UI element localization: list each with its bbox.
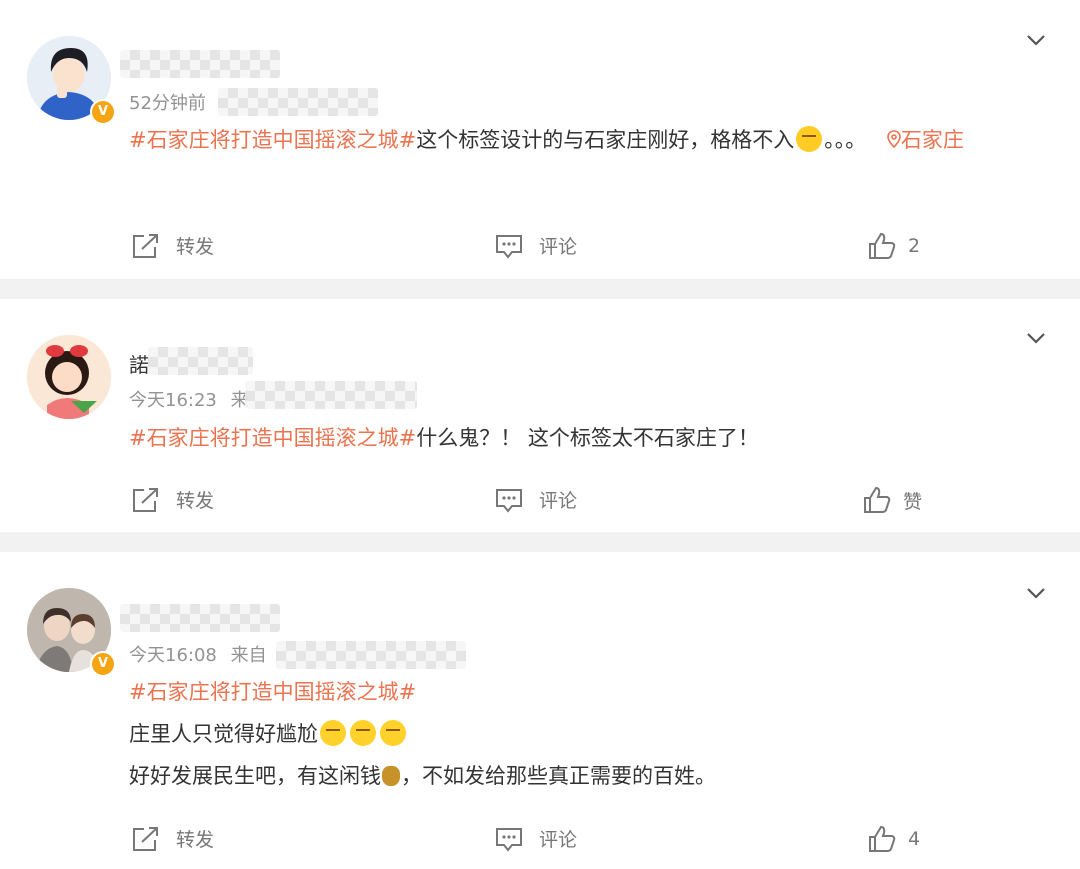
repost-button[interactable]: 转发 xyxy=(132,825,214,852)
awkward-emoji xyxy=(320,720,346,746)
blurred-username xyxy=(120,604,280,632)
post-text: #石家庄将打造中国摇滚之城# 庄里人只觉得好尴尬 好好发展民生吧，有这闲钱 ，不如… xyxy=(129,671,1049,797)
verified-badge-icon: V xyxy=(90,651,116,677)
post-time: 今天16:08 xyxy=(129,645,217,666)
chevron-down-icon[interactable] xyxy=(1026,30,1046,50)
like-button[interactable]: 4 xyxy=(868,825,920,853)
post-body: 什么鬼？！ 这个标签太不石家庄了！ xyxy=(416,426,759,450)
repost-label: 转发 xyxy=(176,236,215,258)
repost-icon xyxy=(133,487,158,512)
repost-button[interactable]: 转发 xyxy=(132,486,214,513)
post-meta: 今天16:08 来自 xyxy=(129,644,267,668)
post-body: 这个标签设计的与石家庄刚好，格格不入 xyxy=(416,128,795,152)
location-link[interactable]: 石家庄 xyxy=(873,128,964,152)
topic-link[interactable]: #石家庄将打造中国摇滚之城# xyxy=(129,426,416,450)
topic-link[interactable]: #石家庄将打造中国摇滚之城# xyxy=(129,128,416,152)
like-icon xyxy=(864,486,891,513)
repost-label: 转发 xyxy=(176,829,215,851)
repost-button[interactable]: 转发 xyxy=(132,232,214,259)
comment-button[interactable]: 评论 xyxy=(495,232,577,259)
post-body-line-3b: ，不如发给那些真正需要的百姓。 xyxy=(401,764,716,788)
post-meta: 52分钟前 xyxy=(129,92,206,116)
location-name: 石家庄 xyxy=(900,128,964,152)
like-label: 赞 xyxy=(903,490,923,513)
post-card-1: V 52分钟前 #石家庄将打造中国摇滚之城#这个标签设计的与石家庄刚好，格格不入… xyxy=(0,0,1080,279)
money-bag-emoji xyxy=(382,766,400,786)
like-button[interactable]: 2 xyxy=(868,232,920,260)
username-visible: 諾 xyxy=(129,353,149,377)
post-card-3: V 今天16:08 来自 #石家庄将打造中国摇滚之城# 庄里人只觉得好尴尬 好好… xyxy=(0,552,1080,869)
avatar-illustration xyxy=(27,335,111,419)
repost-icon xyxy=(133,826,158,851)
post-source-prefix: 来自 xyxy=(230,645,267,666)
post-time: 今天16:23 xyxy=(129,390,217,411)
like-count: 2 xyxy=(908,235,921,257)
post-time: 52分钟前 xyxy=(129,93,206,114)
chevron-down-icon[interactable] xyxy=(1026,328,1046,348)
chevron-down-icon[interactable] xyxy=(1026,583,1046,603)
comment-icon xyxy=(496,234,522,259)
awkward-emoji xyxy=(380,720,406,746)
comment-label: 评论 xyxy=(539,490,578,512)
like-count: 4 xyxy=(908,828,921,850)
username[interactable]: 諾 xyxy=(129,351,149,379)
post-body-tail: 。。。 xyxy=(824,128,867,152)
blurred-source xyxy=(245,381,417,409)
blurred-source xyxy=(218,88,378,116)
post-text: #石家庄将打造中国摇滚之城#这个标签设计的与石家庄刚好，格格不入 。。。 石家庄 xyxy=(129,119,1049,161)
comment-label: 评论 xyxy=(539,829,578,851)
blurred-source xyxy=(276,641,466,669)
comment-button[interactable]: 评论 xyxy=(495,486,577,513)
blurred-username xyxy=(148,347,253,375)
comment-icon xyxy=(496,488,522,513)
post-text: #石家庄将打造中国摇滚之城#什么鬼？！ 这个标签太不石家庄了！ xyxy=(129,417,1049,459)
topic-link[interactable]: #石家庄将打造中国摇滚之城# xyxy=(129,680,416,704)
location-pin-icon xyxy=(887,130,901,149)
post-meta: 今天16:23 来 xyxy=(129,389,249,413)
like-icon xyxy=(869,232,896,259)
awkward-emoji xyxy=(350,720,376,746)
like-icon xyxy=(869,825,896,852)
laugh-cry-emoji xyxy=(796,126,823,152)
post-card-2: 諾 今天16:23 来 #石家庄将打造中国摇滚之城#什么鬼？！ 这个标签太不石家… xyxy=(0,299,1080,532)
blurred-username xyxy=(120,50,280,78)
comment-label: 评论 xyxy=(539,236,578,258)
comment-button[interactable]: 评论 xyxy=(495,825,577,852)
avatar[interactable] xyxy=(27,335,111,419)
like-button[interactable]: 赞 xyxy=(863,486,922,514)
verified-badge-icon: V xyxy=(90,99,116,125)
post-body-line-3a: 好好发展民生吧，有这闲钱 xyxy=(129,764,381,788)
repost-icon xyxy=(133,233,158,258)
post-body-line-2: 庄里人只觉得好尴尬 xyxy=(129,722,318,746)
comment-icon xyxy=(496,827,522,852)
repost-label: 转发 xyxy=(176,490,215,512)
